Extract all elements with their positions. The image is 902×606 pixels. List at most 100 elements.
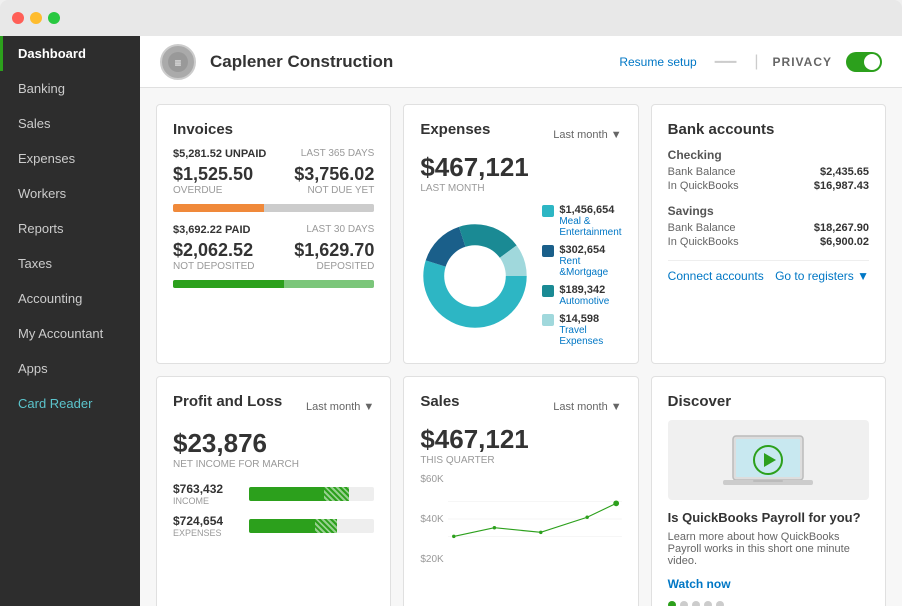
- bank-footer: Connect accounts Go to registers ▼: [668, 260, 869, 283]
- bank-checking-qb-amount: $16,987.43: [814, 180, 869, 192]
- invoices-card: Invoices $5,281.52 UNPAID LAST 365 DAYS …: [156, 104, 391, 364]
- legend-color-1: [542, 245, 554, 257]
- dashboard-grid: Invoices $5,281.52 UNPAID LAST 365 DAYS …: [156, 104, 886, 606]
- pnl-income-label-block: $763,432 INCOME: [173, 482, 241, 506]
- go-to-registers-link[interactable]: Go to registers ▼: [775, 269, 869, 283]
- expenses-header: Expenses Last month ▼: [420, 121, 621, 148]
- connect-accounts-link[interactable]: Connect accounts: [668, 269, 764, 283]
- invoices-deposited-row: $2,062.52 NOT DEPOSITED $1,629.70 DEPOSI…: [173, 240, 374, 272]
- pnl-income-track: [249, 487, 374, 501]
- sidebar-item-dashboard[interactable]: Dashboard: [0, 36, 140, 71]
- main-content: ≡ Caplener Construction Resume setup ━━━…: [140, 36, 902, 606]
- invoices-not-deposited-amount: $2,062.52: [173, 240, 255, 261]
- invoices-overdue-progress: [173, 204, 374, 212]
- invoices-not-deposited-label: NOT DEPOSITED: [173, 261, 255, 272]
- close-dot[interactable]: [12, 12, 24, 24]
- dot-4[interactable]: [716, 601, 724, 606]
- legend-label-3: Travel Expenses: [559, 325, 621, 347]
- legend-text-3: $14,598 Travel Expenses: [559, 313, 621, 347]
- sales-label-40k: $40K: [420, 514, 443, 525]
- legend-label-2: Automotive: [559, 296, 609, 307]
- invoices-not-due-block: $3,756.02 NOT DUE YET: [294, 164, 374, 196]
- window-dots: [12, 12, 60, 24]
- expenses-sublabel: LAST MONTH: [420, 183, 621, 194]
- svg-text:≡: ≡: [174, 56, 181, 70]
- invoices-not-due-label: NOT DUE YET: [294, 185, 374, 196]
- sidebar-item-accounting[interactable]: Accounting: [0, 281, 140, 316]
- legend-item-1: $302,654 Rent &Mortgage: [542, 244, 621, 278]
- donut-chart: [420, 221, 530, 331]
- expenses-legend: $1,456,654 Meal & Entertainment $302,654…: [542, 204, 621, 347]
- sales-label-60k: $60K: [420, 474, 443, 485]
- sidebar-item-banking[interactable]: Banking: [0, 71, 140, 106]
- pnl-expense-hatch: [315, 519, 337, 533]
- progress-overdue: [173, 204, 264, 212]
- invoices-not-due-amount: $3,756.02: [294, 164, 374, 185]
- legend-text-2: $189,342 Automotive: [559, 284, 609, 307]
- sidebar-item-reports[interactable]: Reports: [0, 211, 140, 246]
- sales-amount: $467,121: [420, 424, 621, 455]
- dot-1[interactable]: [680, 601, 688, 606]
- dot-3[interactable]: [704, 601, 712, 606]
- progress-not-due: [264, 204, 375, 212]
- dot-2[interactable]: [692, 601, 700, 606]
- fullscreen-dot[interactable]: [48, 12, 60, 24]
- sidebar-item-apps[interactable]: Apps: [0, 351, 140, 386]
- play-triangle-icon: [764, 453, 776, 467]
- invoices-deposited-amount: $1,629.70: [294, 240, 374, 261]
- sidebar-item-taxes[interactable]: Taxes: [0, 246, 140, 281]
- bank-checking-title: Checking: [668, 148, 869, 162]
- sales-chart-labels: $60K $40K $20K: [420, 474, 443, 569]
- invoices-last-days: LAST 365 DAYS: [301, 148, 375, 160]
- bank-savings-section: Savings Bank Balance $18,267.90 In Quick…: [668, 204, 869, 248]
- bank-savings-balance-row: Bank Balance $18,267.90: [668, 222, 869, 234]
- video-thumbnail[interactable]: [668, 420, 869, 500]
- company-name: Caplener Construction: [210, 52, 605, 72]
- sales-label-20k: $20K: [420, 554, 443, 565]
- sidebar-item-card-reader[interactable]: Card Reader: [0, 386, 140, 421]
- legend-label-0: Meal & Entertainment: [559, 216, 621, 238]
- invoices-deposited-block: $1,629.70 DEPOSITED: [294, 240, 374, 272]
- sales-sublabel: THIS QUARTER: [420, 455, 621, 466]
- minimize-dot[interactable]: [30, 12, 42, 24]
- invoices-title: Invoices: [173, 121, 374, 138]
- progress-deposited: [284, 280, 375, 288]
- discover-question: Is QuickBooks Payroll for you?: [668, 510, 869, 525]
- invoices-paid-progress: [173, 280, 374, 288]
- watch-now-link[interactable]: Watch now: [668, 577, 731, 591]
- bank-checking-balance-label: Bank Balance: [668, 166, 736, 178]
- pnl-income-type: INCOME: [173, 496, 241, 506]
- resume-setup-link[interactable]: Resume setup: [619, 55, 696, 69]
- sidebar-item-my-accountant[interactable]: My Accountant: [0, 316, 140, 351]
- pnl-expense-fill: [249, 519, 337, 533]
- pnl-income-fill: [249, 487, 349, 501]
- privacy-toggle[interactable]: [846, 52, 882, 72]
- expenses-period-btn[interactable]: Last month ▼: [553, 129, 621, 141]
- bank-checking-balance-row: Bank Balance $2,435.65: [668, 166, 869, 178]
- legend-color-3: [542, 314, 554, 326]
- legend-amount-0: $1,456,654: [559, 204, 621, 216]
- expenses-amount: $467,121: [420, 152, 621, 183]
- legend-amount-3: $14,598: [559, 313, 621, 325]
- dot-0[interactable]: [668, 601, 676, 606]
- header: ≡ Caplener Construction Resume setup ━━━…: [140, 36, 902, 88]
- pnl-expense-type: EXPENSES: [173, 528, 241, 538]
- invoices-overdue-amount: $1,525.50: [173, 164, 253, 185]
- sidebar-item-sales[interactable]: Sales: [0, 106, 140, 141]
- sidebar-item-expenses[interactable]: Expenses: [0, 141, 140, 176]
- pnl-period-btn[interactable]: Last month ▼: [306, 401, 374, 413]
- company-avatar: ≡: [160, 44, 196, 80]
- pnl-header: Profit and Loss Last month ▼: [173, 393, 374, 420]
- invoices-overdue-block: $1,525.50 OVERDUE: [173, 164, 253, 196]
- pnl-net-label: NET INCOME FOR MARCH: [173, 459, 374, 470]
- sidebar-item-workers[interactable]: Workers: [0, 176, 140, 211]
- sales-card: Sales Last month ▼ $467,121 THIS QUARTER…: [403, 376, 638, 606]
- bank-savings-qb-amount: $6,900.02: [820, 236, 869, 248]
- sales-period-btn[interactable]: Last month ▼: [553, 401, 621, 413]
- invoices-not-deposited-block: $2,062.52 NOT DEPOSITED: [173, 240, 255, 272]
- invoices-unpaid-row: $5,281.52 UNPAID LAST 365 DAYS: [173, 148, 374, 160]
- legend-color-2: [542, 285, 554, 297]
- pnl-income-bar-row: $763,432 INCOME: [173, 482, 374, 506]
- discover-dots: [668, 601, 869, 606]
- invoices-unpaid-amount: $5,281.52 UNPAID: [173, 148, 266, 160]
